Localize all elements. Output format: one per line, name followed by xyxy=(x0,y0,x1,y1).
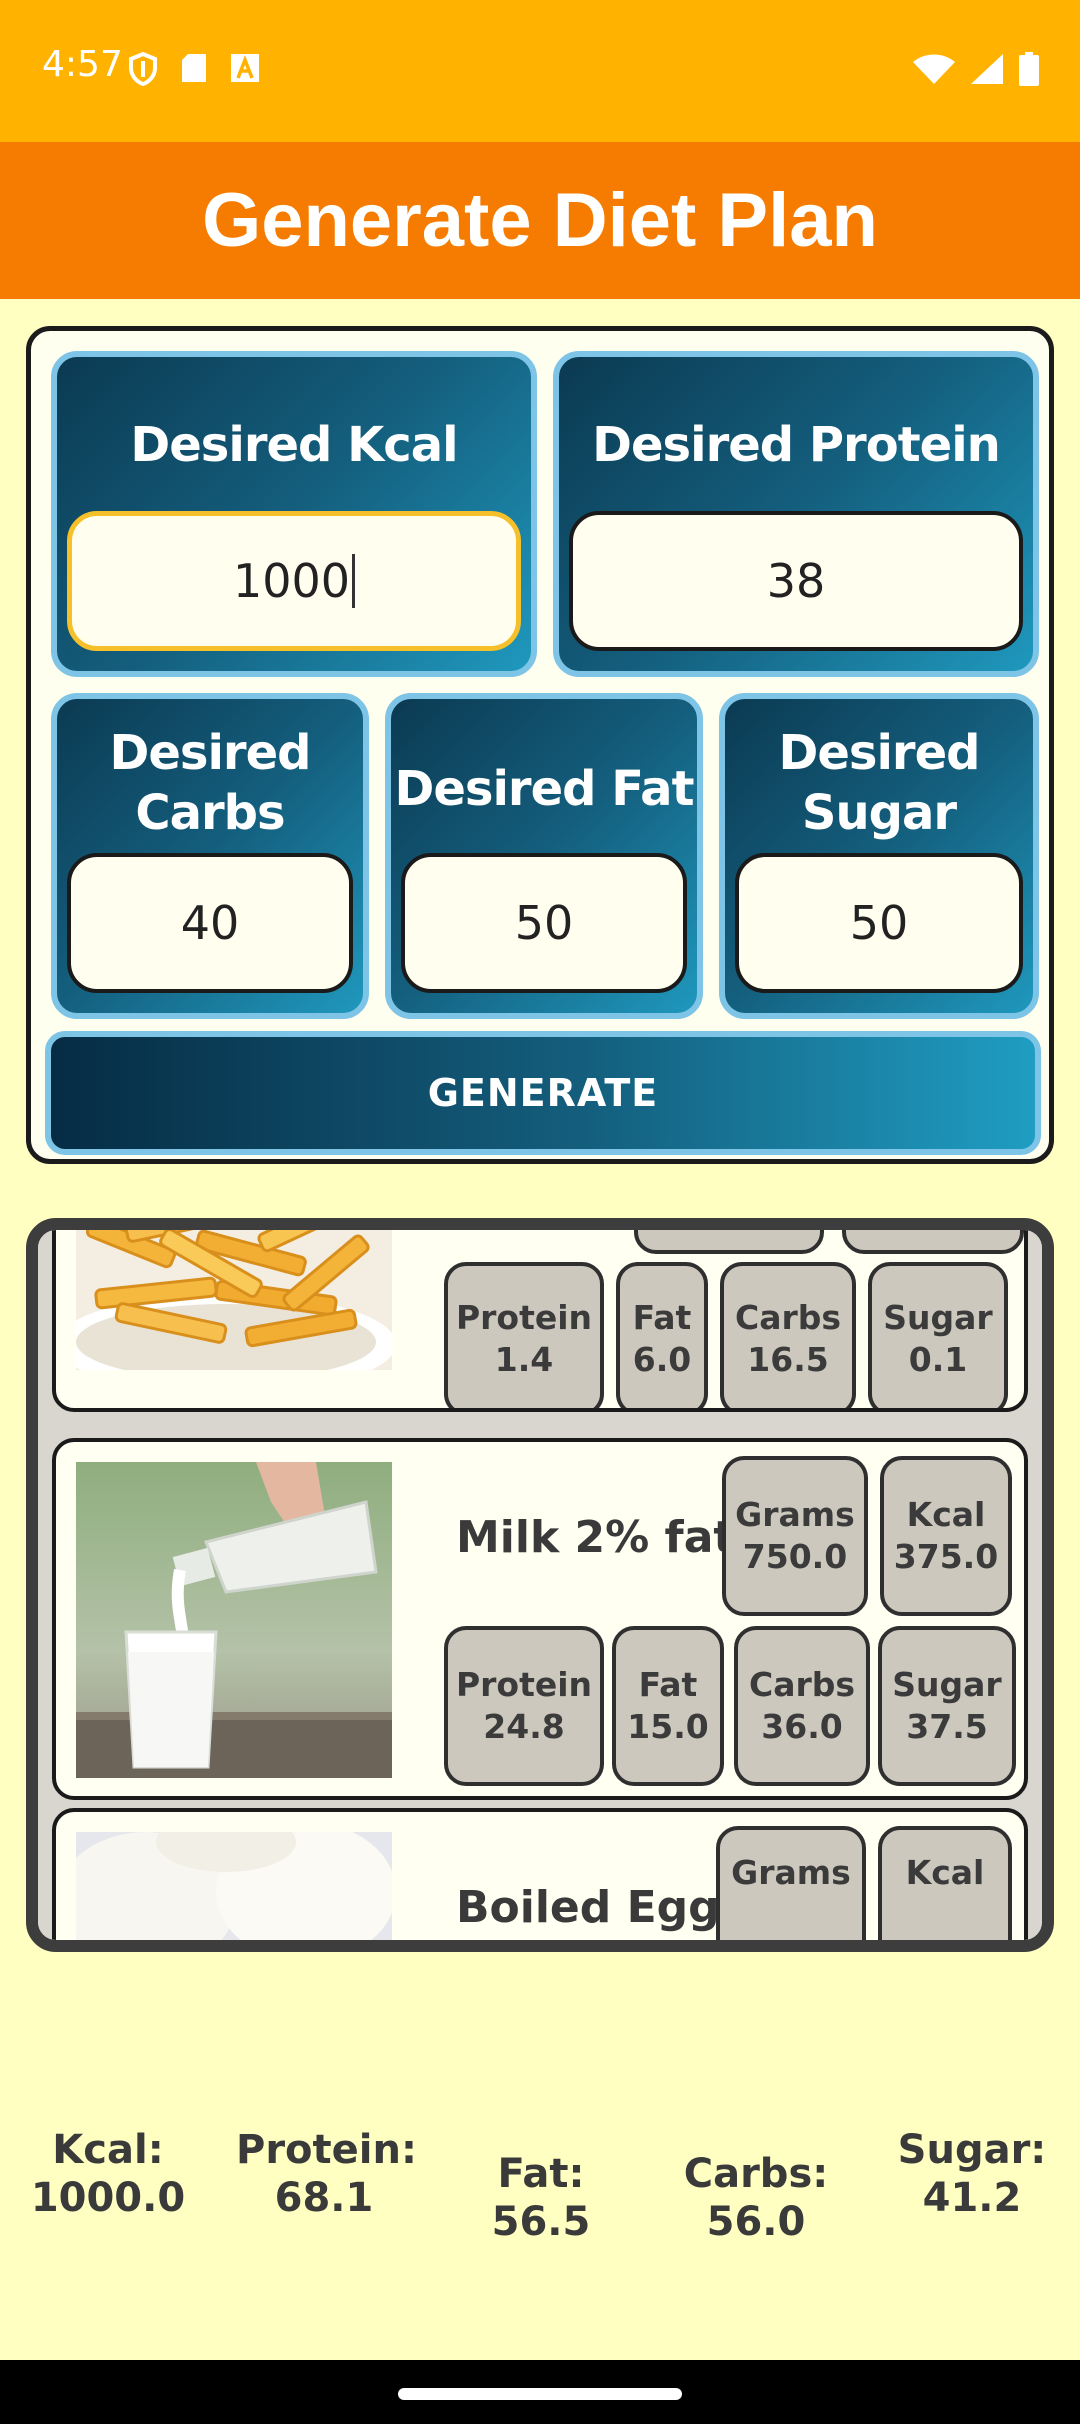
carbs-chip: Carbs 36.0 xyxy=(734,1626,870,1786)
carbs-chip-label: Carbs xyxy=(748,1664,856,1704)
wifi-icon xyxy=(913,54,955,84)
fat-chip-label: Fat xyxy=(632,1297,692,1337)
milk-image xyxy=(76,1462,392,1778)
sugar-chip: Sugar 0.1 xyxy=(868,1262,1008,1408)
text-caret xyxy=(352,554,356,608)
battery-icon xyxy=(1019,52,1039,86)
food-card-boiled-egg[interactable]: Boiled Egg Grams Kcal xyxy=(52,1808,1028,1940)
protein-chip: Protein 1.4 xyxy=(444,1262,604,1408)
food-list-frame: Protein 1.4 Fat 6.0 Carbs 16.5 Sugar 0.1 xyxy=(26,1218,1054,1952)
grams-chip: Grams xyxy=(716,1826,866,1940)
kcal-chip-label: Kcal xyxy=(905,1853,985,1892)
total-sugar-value: 41.2 xyxy=(922,2175,1022,2221)
carbs-chip: Carbs 16.5 xyxy=(720,1262,856,1408)
totals-bar: Kcal: 1000.0 Protein: 68.1 Fat: 56.5 Car… xyxy=(0,2110,1080,2245)
navigation-bar xyxy=(0,2360,1080,2424)
sugar-chip-label: Sugar xyxy=(892,1664,1002,1704)
kcal-chip: Kcal 375.0 xyxy=(880,1456,1012,1616)
boiled-egg-image xyxy=(76,1832,392,1940)
sugar-label-line1: Desired xyxy=(778,725,980,781)
signal-icon xyxy=(971,54,1003,84)
fat-chip: Fat 6.0 xyxy=(616,1262,708,1408)
food-name: Milk 2% fat xyxy=(456,1512,735,1563)
shield-icon xyxy=(129,52,157,86)
sugar-chip-label: Sugar xyxy=(883,1297,993,1337)
status-right-icons xyxy=(912,52,1040,86)
total-kcal-value: 1000.0 xyxy=(30,2175,186,2221)
protein-chip-label: Protein xyxy=(455,1664,593,1704)
sugar-chip: Sugar 37.5 xyxy=(878,1626,1016,1786)
generate-button[interactable]: GENERATE xyxy=(45,1031,1041,1155)
page-title: Generate Diet Plan xyxy=(202,178,878,263)
protein-chip-value: 24.8 xyxy=(483,1707,565,1746)
carbs-label-line1: Desired xyxy=(109,725,311,781)
kcal-chip-value: 375.0 xyxy=(893,1537,999,1576)
total-kcal: Kcal: 1000.0 xyxy=(20,2126,196,2222)
diet-form: Desired Kcal 1000 Desired Protein 38 Des… xyxy=(26,326,1054,1164)
home-gesture-handle[interactable] xyxy=(398,2388,682,2400)
fat-chip-value: 15.0 xyxy=(627,1707,709,1746)
kcal-value: 1000 xyxy=(232,554,351,608)
protein-chip-label: Protein xyxy=(455,1297,593,1337)
total-protein: Protein: 68.1 xyxy=(236,2126,417,2222)
kcal-field-box: Desired Kcal 1000 xyxy=(51,351,537,677)
sugar-input[interactable]: 50 xyxy=(735,853,1023,993)
kcal-chip-label: Kcal xyxy=(906,1494,986,1534)
sugar-label-line2: Sugar xyxy=(801,785,957,841)
kcal-chip: Kcal xyxy=(878,1826,1012,1940)
fat-input[interactable]: 50 xyxy=(401,853,687,993)
fat-chip-label: Fat xyxy=(638,1664,698,1704)
sugar-field-box: Desired Sugar 50 xyxy=(719,693,1039,1019)
grams-chip-label: Grams xyxy=(731,1853,851,1892)
fat-field-box: Desired Fat 50 xyxy=(385,693,703,1019)
food-card-fries[interactable]: Protein 1.4 Fat 6.0 Carbs 16.5 Sugar 0.1 xyxy=(52,1230,1028,1412)
food-list[interactable]: Protein 1.4 Fat 6.0 Carbs 16.5 Sugar 0.1 xyxy=(38,1230,1042,1940)
status-time: 4:57 xyxy=(42,44,123,85)
kcal-input[interactable]: 1000 xyxy=(67,511,521,651)
kcal-chip xyxy=(842,1230,1024,1254)
protein-value: 38 xyxy=(766,554,826,608)
app-bar: Generate Diet Plan xyxy=(0,142,1080,299)
food-name: Boiled Egg xyxy=(456,1882,720,1933)
font-icon xyxy=(231,54,259,82)
total-protein-value: 68.1 xyxy=(274,2175,374,2221)
fat-chip: Fat 15.0 xyxy=(612,1626,724,1786)
protein-chip: Protein 24.8 xyxy=(444,1626,604,1786)
protein-input[interactable]: 38 xyxy=(569,511,1023,651)
protein-label: Desired Protein xyxy=(592,417,1001,473)
fat-label: Desired Fat xyxy=(394,761,694,817)
carbs-field-box: Desired Carbs 40 xyxy=(51,693,369,1019)
grams-chip-label: Grams xyxy=(735,1494,855,1534)
carbs-label: Desired Carbs xyxy=(109,723,311,843)
sugar-value: 50 xyxy=(849,896,909,950)
carbs-chip-value: 16.5 xyxy=(747,1340,829,1379)
total-kcal-label: Kcal: xyxy=(52,2127,164,2173)
carbs-value: 40 xyxy=(180,896,240,950)
carbs-label-line2: Carbs xyxy=(135,785,285,841)
protein-chip-value: 1.4 xyxy=(494,1340,554,1379)
grams-chip: Grams 750.0 xyxy=(722,1456,868,1616)
total-fat: Fat: 56.5 xyxy=(491,2151,591,2245)
sugar-chip-value: 37.5 xyxy=(906,1707,988,1746)
sd-card-icon xyxy=(182,54,206,82)
status-left-icons xyxy=(128,52,260,86)
carbs-chip-value: 36.0 xyxy=(761,1707,843,1746)
carbs-chip-label: Carbs xyxy=(734,1297,842,1337)
total-sugar-label: Sugar: xyxy=(897,2127,1047,2173)
total-carbs: Carbs: 56.0 xyxy=(683,2151,829,2245)
kcal-label: Desired Kcal xyxy=(130,417,458,473)
protein-field-box: Desired Protein 38 xyxy=(553,351,1039,677)
total-sugar: Sugar: 41.2 xyxy=(890,2126,1054,2222)
grams-chip-value: 750.0 xyxy=(742,1537,848,1576)
sugar-chip-value: 0.1 xyxy=(908,1340,968,1379)
grams-chip xyxy=(634,1230,824,1254)
total-protein-label: Protein: xyxy=(236,2127,417,2173)
carbs-input[interactable]: 40 xyxy=(67,853,353,993)
fat-chip-value: 6.0 xyxy=(632,1340,692,1379)
food-card-milk[interactable]: Milk 2% fat Grams 750.0 Kcal 375.0 Prote… xyxy=(52,1438,1028,1800)
french-fries-image xyxy=(76,1230,392,1370)
status-bar: 4:57 xyxy=(0,0,1080,142)
fat-value: 50 xyxy=(514,896,574,950)
sugar-label: Desired Sugar xyxy=(778,723,980,843)
